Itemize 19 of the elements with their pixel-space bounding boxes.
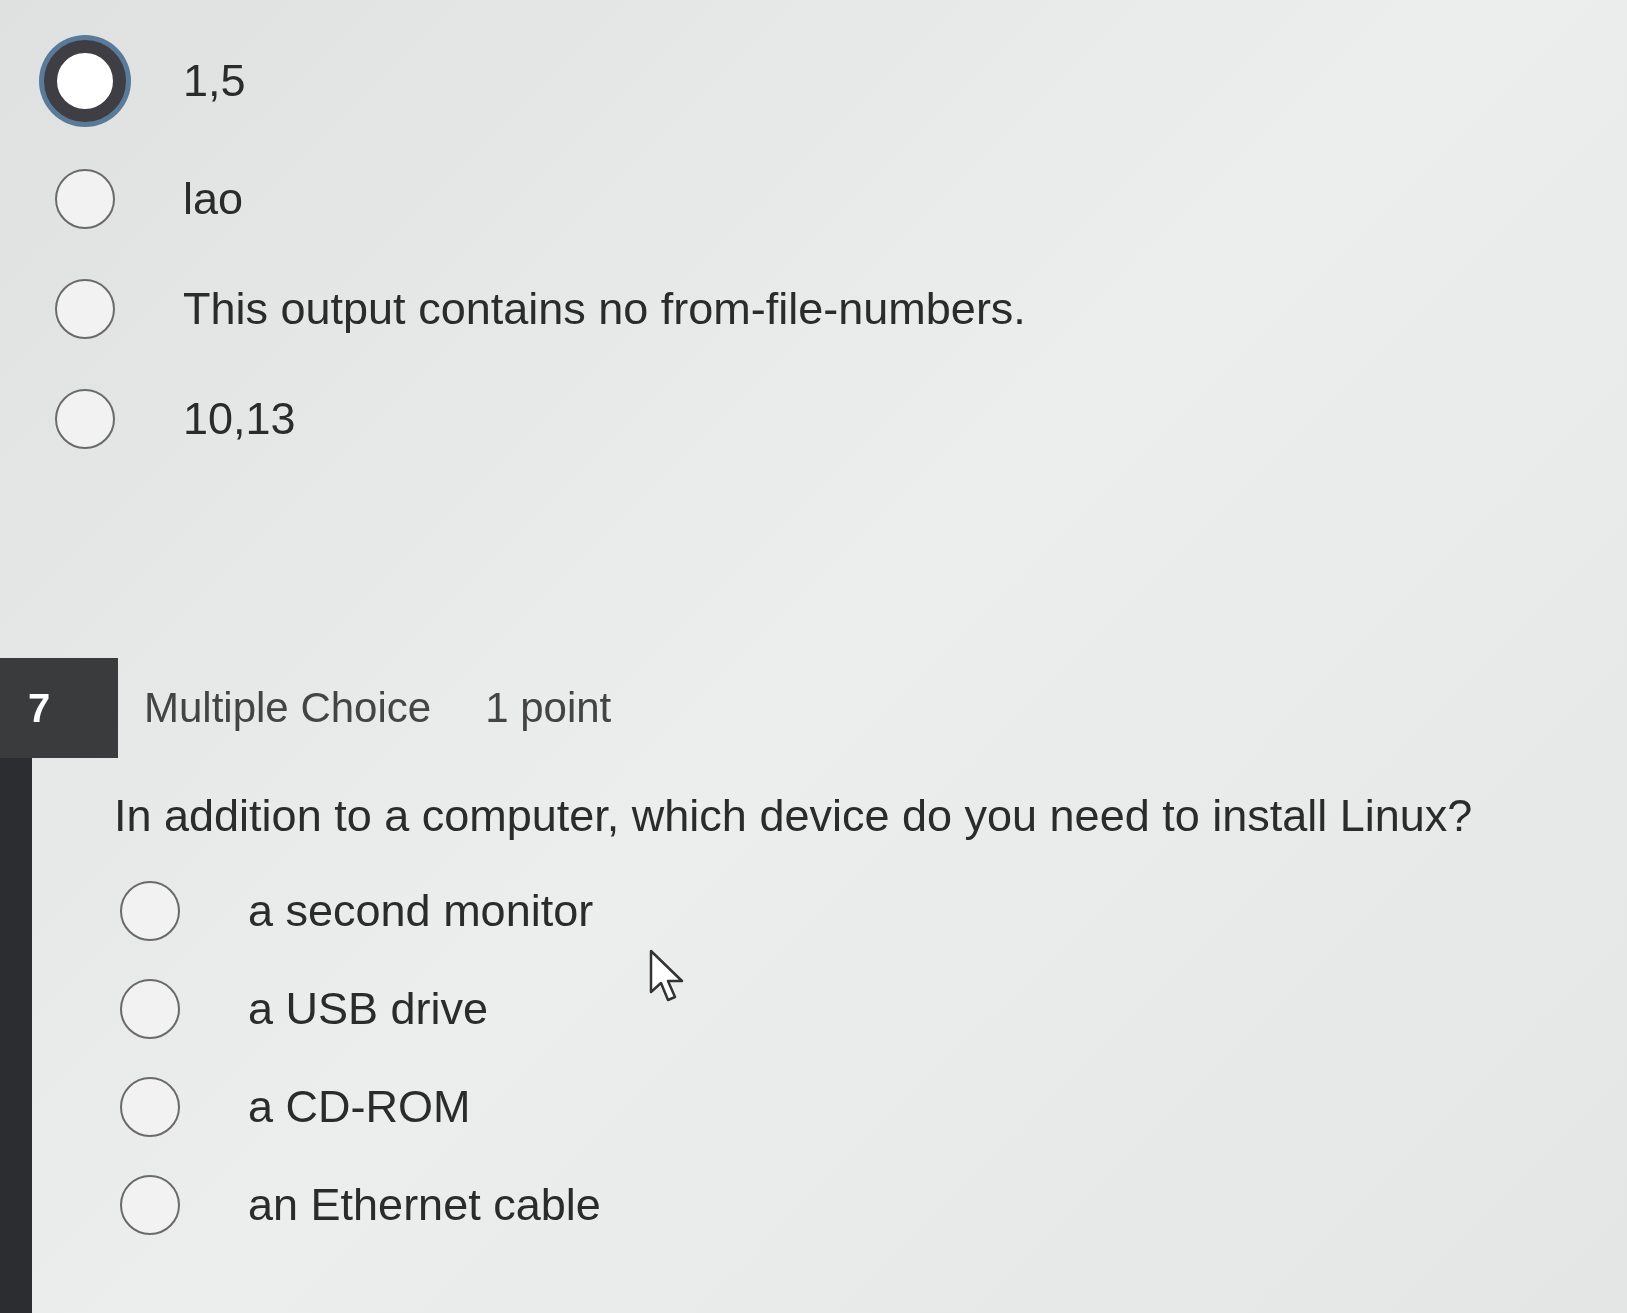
option-label[interactable]: an Ethernet cable — [248, 1172, 601, 1238]
option-label[interactable]: This output contains no from-file-numbers. — [183, 276, 1026, 342]
question-number: 7 — [0, 658, 118, 758]
radio-button[interactable] — [55, 279, 115, 339]
option-label[interactable]: 1,5 — [183, 48, 246, 114]
radio-button[interactable] — [120, 1077, 180, 1137]
radio-button[interactable] — [120, 881, 180, 941]
option-label[interactable]: a CD-ROM — [248, 1074, 471, 1140]
question-type: Multiple Choice — [144, 684, 432, 732]
question-text: In addition to a computer, which device do you need to install Linux? — [114, 790, 1473, 842]
radio-button[interactable] — [55, 389, 115, 449]
radio-button[interactable] — [120, 979, 180, 1039]
question-points: 1 point — [485, 684, 612, 732]
option-label[interactable]: a USB drive — [248, 976, 489, 1042]
radio-button[interactable] — [120, 1175, 180, 1235]
option-label[interactable]: 10,13 — [183, 386, 296, 452]
radio-button[interactable] — [55, 169, 115, 229]
option-label[interactable]: lao — [183, 166, 244, 232]
option-label[interactable]: a second monitor — [248, 878, 594, 944]
